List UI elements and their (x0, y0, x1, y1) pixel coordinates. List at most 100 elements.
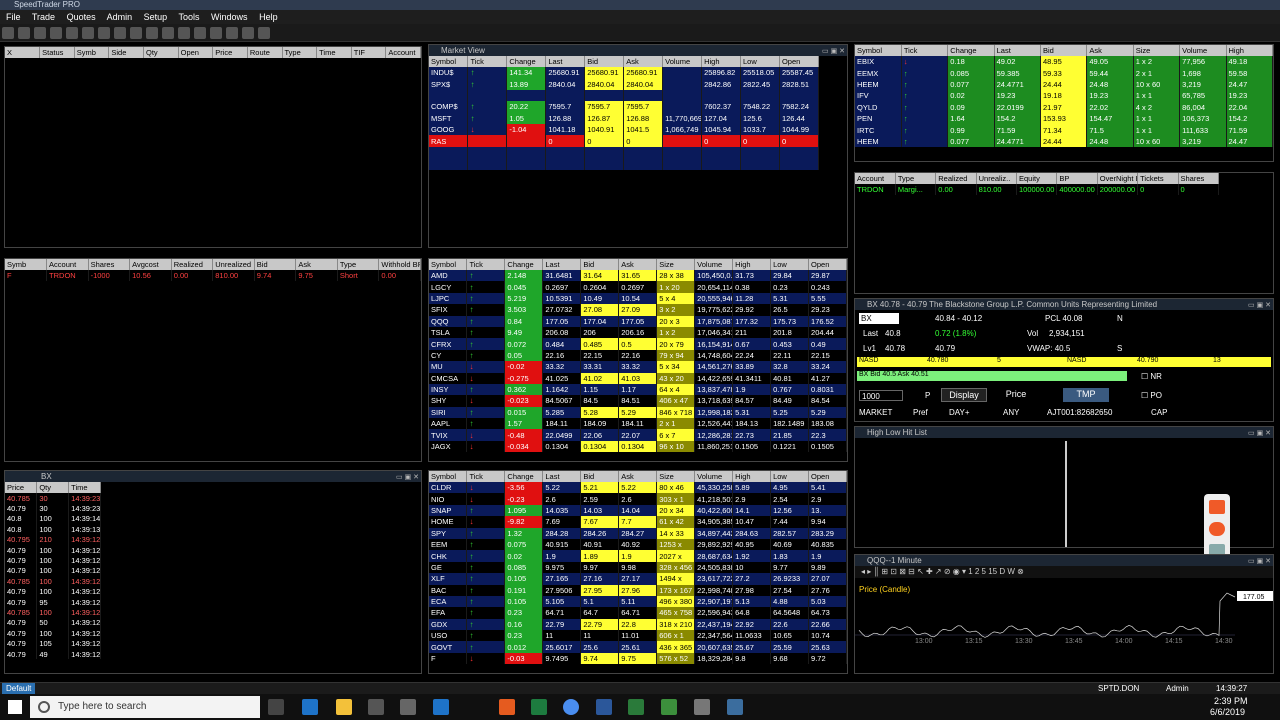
file-explorer-icon[interactable] (336, 699, 352, 715)
time-icon[interactable] (194, 27, 206, 39)
watchlist-row[interactable]: QQQ ↑ 0.84 177.05 177.04 177.05 20 x 3 17,875,0… (429, 315, 847, 327)
windows-start-icon[interactable] (8, 700, 22, 714)
menu-quotes[interactable]: Quotes (67, 12, 96, 22)
mv-col-1[interactable]: Tick (467, 56, 508, 67)
quantity-input[interactable]: 1000 (859, 390, 903, 401)
taskbar-date[interactable]: 6/6/2019 (1210, 707, 1245, 717)
watch2-col-1[interactable]: Tick (466, 471, 506, 482)
watchlist-row[interactable]: CLDR ↓ -3.56 5.22 5.21 5.22 80 x 46 45,330,258 5… (429, 482, 847, 494)
price-chart[interactable]: 13:00 13:15 13:30 13:45 14:00 14:15 14:30 177.… (855, 579, 1274, 674)
account-row[interactable]: TRDON Margi... 0.00 810.00 100000.00 400000.0… (855, 184, 1219, 196)
positions-col-7[interactable]: Ask (295, 259, 338, 270)
account-col-7[interactable]: Tickets (1137, 173, 1179, 184)
watchlist-row[interactable]: CFRX ↑ 0.072 0.484 0.485 0.5 20 x 79 16,154,914… (429, 338, 847, 350)
taskbar-clock[interactable]: 2:39 PM (1214, 696, 1248, 706)
account-col-6[interactable]: OverNight BP (1097, 173, 1139, 184)
edge-icon[interactable] (302, 699, 318, 715)
positions-col-8[interactable]: Type (337, 259, 380, 270)
nr-checkbox[interactable]: ☐ NR (1141, 371, 1162, 382)
ticker-col-1[interactable]: Tick (901, 45, 949, 56)
account-select[interactable]: AJT001:82682650 (1047, 407, 1112, 418)
positions-col-1[interactable]: Account (46, 259, 89, 270)
firefox-icon[interactable] (499, 699, 515, 715)
watchlist-row[interactable]: CY ↑ 0.05 22.16 22.15 22.16 79 x 94 14,748,604 2… (429, 349, 847, 362)
tmp-button[interactable]: TMP (1063, 388, 1109, 402)
list-icon[interactable] (130, 27, 142, 39)
ticker-col-7[interactable]: Volume (1179, 45, 1227, 56)
news-icon[interactable] (146, 27, 158, 39)
window-controls[interactable]: ▭ ▣ ✕ (396, 472, 419, 483)
window-controls[interactable]: ▭ ▣ ✕ (1248, 300, 1271, 311)
tns-col-1[interactable]: Qty (36, 482, 70, 493)
account-col-5[interactable]: BP (1056, 173, 1098, 184)
ticker-row[interactable]: PEN ↑ 1.64 154.2 153.93 154.47 1 x 1 106,373 154… (855, 112, 1273, 125)
ticker-col-2[interactable]: Change (947, 45, 995, 56)
mv-col-0[interactable]: Symbol (429, 56, 469, 67)
watchlist-row[interactable]: MU ↓ -0.02 33.32 33.31 33.32 5 x 34 14,561,276 3… (429, 361, 847, 373)
market-view-row[interactable] (429, 89, 820, 102)
pref-select[interactable]: Pref (913, 407, 928, 418)
watchlist-row[interactable]: SNAP ↑ 1.095 14.035 14.03 14.04 20 x 34 40,422,… (429, 504, 847, 517)
chart-icon[interactable] (98, 27, 110, 39)
chrome-icon[interactable] (563, 699, 579, 715)
display-button[interactable]: Display (941, 388, 987, 402)
ticker-col-0[interactable]: Symbol (855, 45, 902, 56)
ie-icon[interactable] (433, 699, 449, 715)
watchlist-row[interactable]: SHY ↓ -0.023 84.5067 84.5 84.51 406 x 47 13,718… (429, 395, 847, 407)
mv-col-2[interactable]: Change (506, 56, 547, 67)
account-col-2[interactable]: Realized (935, 173, 977, 184)
watchlist-row[interactable]: NIO ↓ -0.23 2.6 2.59 2.6 303 x 1 41,218,501 2.9 2… (429, 493, 847, 505)
positions-col-5[interactable]: Unrealized (212, 259, 255, 270)
window-controls[interactable]: ▭ ▣ ✕ (822, 46, 845, 57)
watchlist-row[interactable]: LGCY ↑ 0.045 0.2697 0.2604 0.2697 1 x 20 20,654… (429, 281, 847, 293)
positions-col-3[interactable]: Avgcost (129, 259, 172, 270)
window-controls[interactable]: ▭ ▣ ✕ (1248, 556, 1271, 567)
video-icon[interactable] (242, 27, 254, 39)
watch-col-9[interactable]: Low (770, 259, 810, 270)
new-window-icon[interactable] (2, 27, 14, 39)
keyboard-icon[interactable] (226, 27, 238, 39)
menu-setup[interactable]: Setup (144, 12, 168, 22)
menu-file[interactable]: File (6, 12, 21, 22)
mv-col-4[interactable]: Bid (584, 56, 625, 67)
arrow-left-icon[interactable] (1209, 500, 1225, 514)
grid-icon[interactable] (162, 27, 174, 39)
watchlist-row[interactable]: F ↓ -0.03 9.7495 9.74 9.75 576 x 52 18,329,284 9… (429, 652, 847, 665)
order-type-select[interactable]: MARKET (859, 407, 892, 418)
menu-windows[interactable]: Windows (211, 12, 248, 22)
watchlist-row[interactable]: CHK ↑ 0.02 1.9 1.89 1.9 2027 x 28,687,634 1.92 1.… (429, 550, 847, 562)
po-checkbox[interactable]: ☐ PO (1141, 390, 1162, 401)
mv-col-5[interactable]: Ask (623, 56, 664, 67)
orders-col-6[interactable]: Price (212, 47, 248, 58)
link-icon[interactable] (82, 27, 94, 39)
watch-col-8[interactable]: High (732, 259, 772, 270)
mv-col-3[interactable]: Last (545, 56, 586, 67)
task-view-icon[interactable] (268, 699, 284, 715)
menu-trade[interactable]: Trade (32, 12, 55, 22)
orders-col-8[interactable]: Type (282, 47, 318, 58)
watchlist-row[interactable]: EFA ↑ 0.23 64.71 64.7 64.71 465 x 758 22,596,94… (429, 607, 847, 619)
chart-toolbar[interactable]: ◂ ▸ ║ ⊞ ⊡ ⊠ ⊟ ↖ ✚ ↗ ⊘ ◉ ▾ 1 2 5 15 D W ⊗ (855, 566, 1273, 578)
calculator-icon[interactable] (694, 699, 710, 715)
watch2-col-2[interactable]: Change (504, 471, 544, 482)
watch-col-10[interactable]: Open (808, 259, 847, 270)
watchlist-row[interactable]: SPY ↑ 1.32 284.28 284.26 284.27 14 x 33 34,897,… (429, 527, 847, 539)
watch-col-3[interactable]: Last (542, 259, 582, 270)
watch-col-0[interactable]: Symbol (429, 259, 468, 270)
alert-icon[interactable] (178, 27, 190, 39)
market-view-row[interactable]: RAS 0 0 0 0 0 0 (429, 135, 820, 147)
symbol-input[interactable]: BX (859, 313, 899, 324)
watch-col-6[interactable]: Size (656, 259, 696, 270)
account-col-3[interactable]: Unrealiz.. (976, 173, 1018, 184)
twitter-icon[interactable] (258, 27, 270, 39)
orders-col-7[interactable]: Route (247, 47, 283, 58)
watch2-col-10[interactable]: Open (808, 471, 847, 482)
orders-col-5[interactable]: Open (178, 47, 214, 58)
market-view-row[interactable]: INDU$ ↑ 141.34 25680.91 25680.91 25680.91 2589… (429, 67, 820, 79)
splitter[interactable] (1065, 441, 1067, 547)
orders-col-9[interactable]: Time (316, 47, 352, 58)
watch2-col-5[interactable]: Ask (618, 471, 658, 482)
watchlist-row[interactable]: SIRI ↑ 0.015 5.285 5.28 5.29 846 x 718 12,998,1… (429, 406, 847, 419)
watch-col-2[interactable]: Change (504, 259, 544, 270)
account-col-1[interactable]: Type (895, 173, 937, 184)
